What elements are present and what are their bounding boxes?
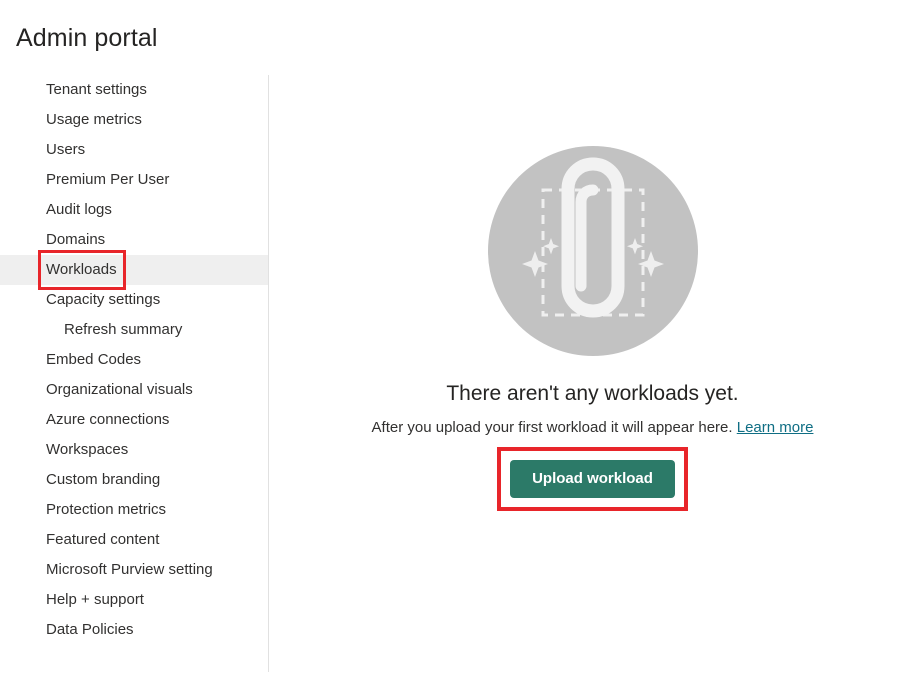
sidebar-item-label: Domains: [46, 231, 106, 248]
sidebar-item-label: Workloads: [38, 250, 126, 290]
sidebar-item-label: Custom branding: [46, 471, 161, 488]
sidebar-item-organizational-visuals[interactable]: Organizational visuals: [0, 375, 268, 405]
main-panel: There aren't any workloads yet. After yo…: [270, 75, 915, 672]
sidebar-item-label: Usage metrics: [46, 111, 142, 128]
sidebar-item-label: Refresh summary: [64, 321, 183, 338]
admin-portal-sidebar: Tenant settings Usage metrics Users Premium…: [0, 75, 269, 672]
sidebar-item-featured-content[interactable]: Featured content: [0, 525, 268, 555]
sidebar-item-workloads[interactable]: Workloads: [0, 250, 268, 290]
sidebar-item-label: Tenant settings: [46, 81, 147, 98]
sidebar-item-data-policies[interactable]: Data Policies: [0, 615, 268, 645]
sidebar-item-label: Organizational visuals: [46, 381, 193, 398]
sidebar-item-workspaces[interactable]: Workspaces: [0, 435, 268, 465]
sidebar-item-label: Microsoft Purview setting: [46, 561, 213, 578]
empty-state-subtitle-text: After you upload your first workload it …: [371, 419, 733, 436]
upload-workload-button[interactable]: Upload workload: [510, 460, 675, 498]
sidebar-item-label: Protection metrics: [46, 501, 167, 518]
sidebar-item-azure-connections[interactable]: Azure connections: [0, 405, 268, 435]
sidebar-item-label: Workspaces: [46, 441, 129, 458]
sidebar-item-label: Help + support: [46, 591, 144, 608]
learn-more-link[interactable]: Learn more: [737, 419, 814, 436]
sidebar-item-label: Audit logs: [46, 201, 112, 218]
sidebar-item-users[interactable]: Users: [0, 135, 268, 165]
upload-workload-button-wrapper: Upload workload: [497, 447, 688, 511]
sidebar-item-usage-metrics[interactable]: Usage metrics: [0, 105, 268, 135]
sidebar-item-embed-codes[interactable]: Embed Codes: [0, 345, 268, 375]
sidebar-item-protection-metrics[interactable]: Protection metrics: [0, 495, 268, 525]
sidebar-item-help-support[interactable]: Help + support: [0, 585, 268, 615]
sidebar-item-label: Featured content: [46, 531, 160, 548]
sidebar-item-audit-logs[interactable]: Audit logs: [0, 195, 268, 225]
empty-state-subtitle: After you upload your first workload it …: [270, 418, 915, 438]
sidebar-item-label: Azure connections: [46, 411, 170, 428]
sidebar-item-tenant-settings[interactable]: Tenant settings: [0, 75, 268, 105]
sidebar-item-custom-branding[interactable]: Custom branding: [0, 465, 268, 495]
sidebar-item-refresh-summary[interactable]: Refresh summary: [0, 315, 268, 345]
sidebar-item-premium-per-user[interactable]: Premium Per User: [0, 165, 268, 195]
sidebar-item-microsoft-purview-setting[interactable]: Microsoft Purview setting: [0, 555, 268, 585]
sidebar-item-domains[interactable]: Domains: [0, 225, 268, 255]
sidebar-item-label: Capacity settings: [46, 291, 161, 308]
sidebar-item-label: Premium Per User: [46, 171, 170, 188]
paperclip-upload-icon: [487, 146, 698, 356]
page-title: Admin portal: [16, 24, 158, 52]
sidebar-item-capacity-settings[interactable]: Capacity settings: [0, 285, 268, 315]
sidebar-item-label: Embed Codes: [46, 351, 142, 368]
content-area: Tenant settings Usage metrics Users Premium…: [0, 75, 915, 676]
sidebar-item-label: Data Policies: [46, 621, 134, 638]
sidebar-item-label: Users: [46, 141, 86, 158]
empty-state-title: There aren't any workloads yet.: [446, 382, 739, 405]
empty-state: There aren't any workloads yet. After yo…: [270, 75, 915, 511]
